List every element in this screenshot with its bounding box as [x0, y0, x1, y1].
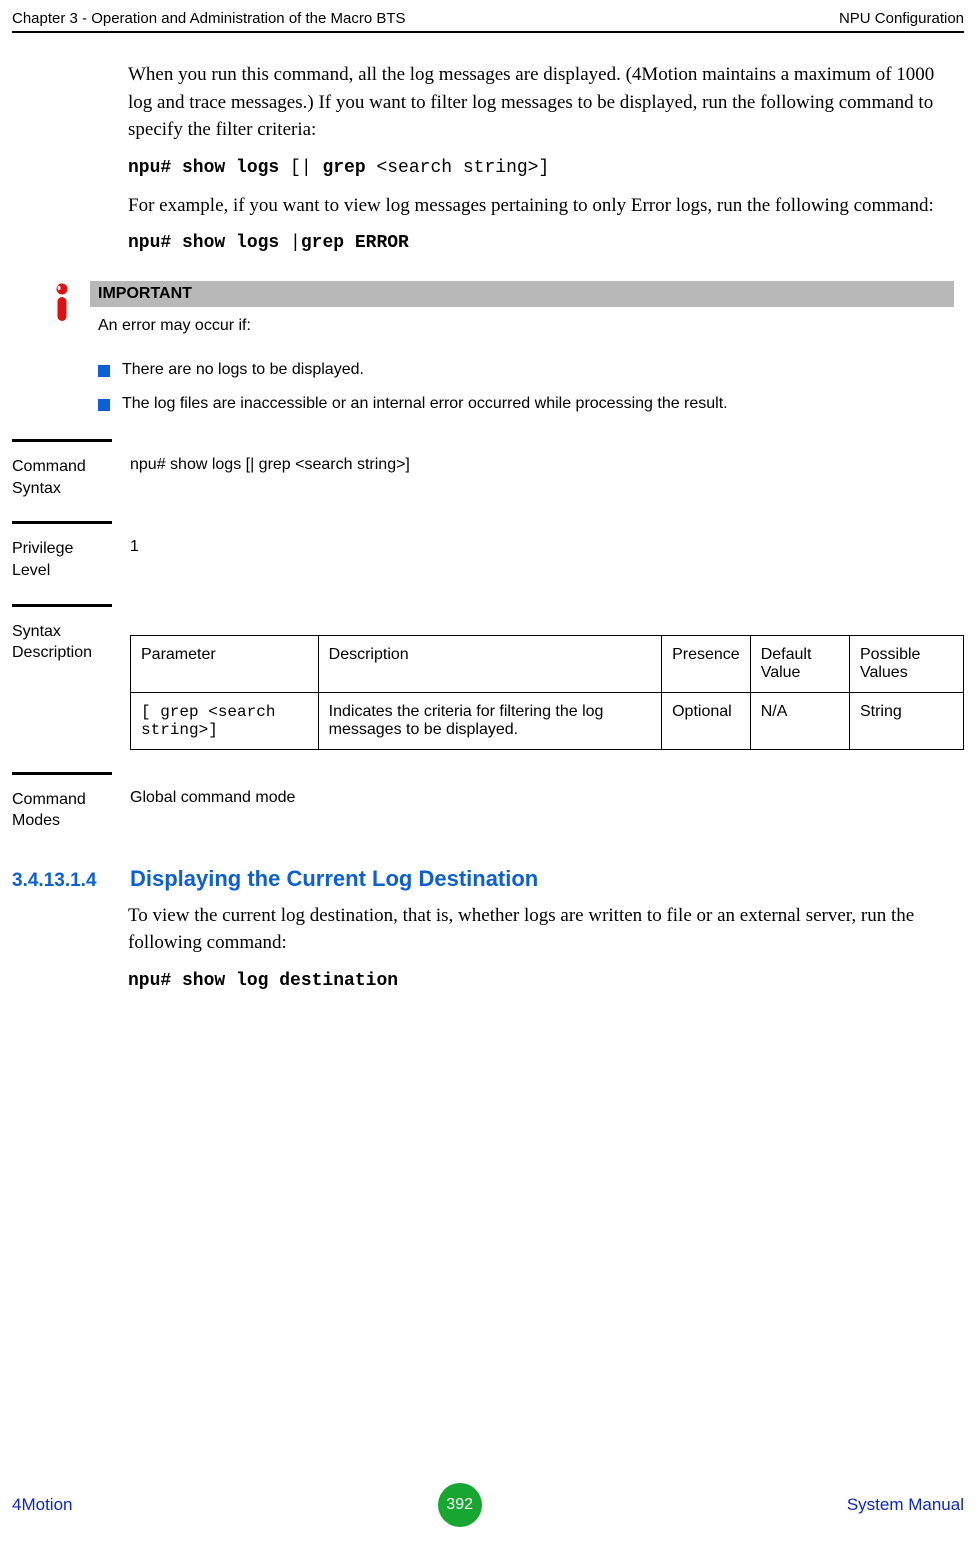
- page-header: Chapter 3 - Operation and Administration…: [0, 0, 976, 31]
- page-footer: 4Motion 392 System Manual: [0, 1483, 976, 1527]
- paragraph: When you run this command, all the log m…: [128, 61, 954, 144]
- bullet-item: There are no logs to be displayed.: [98, 361, 954, 379]
- bullet-item: The log files are inaccessible or an int…: [98, 395, 954, 413]
- cell-possible-values: String: [849, 692, 963, 749]
- paragraph: For example, if you want to view log mes…: [128, 192, 954, 220]
- col-presence: Presence: [662, 635, 751, 692]
- bullet-text: The log files are inaccessible or an int…: [122, 395, 728, 413]
- command-line: npu# show log destination: [128, 971, 954, 991]
- subsection-heading: 3.4.13.1.4 Displaying the Current Log De…: [12, 866, 964, 892]
- important-icon: [48, 281, 76, 429]
- cell-parameter: [ grep <search string>]: [131, 692, 319, 749]
- cmd-segment: npu# show logs: [128, 158, 290, 178]
- page-number-badge: 392: [438, 1483, 482, 1527]
- privilege-level-section: Privilege Level 1: [12, 524, 964, 581]
- header-right: NPU Configuration: [839, 10, 964, 27]
- bullet-icon: [98, 399, 110, 411]
- section-label: Command Syntax: [12, 456, 112, 499]
- cell-presence: Optional: [662, 692, 751, 749]
- cmd-segment: [|: [290, 158, 322, 178]
- section-label: Privilege Level: [12, 538, 112, 581]
- header-left: Chapter 3 - Operation and Administration…: [12, 10, 406, 27]
- bullet-text: There are no logs to be displayed.: [122, 361, 364, 379]
- important-callout: IMPORTANT An error may occur if: There a…: [48, 281, 954, 429]
- paragraph: To view the current log destination, tha…: [128, 902, 954, 957]
- footer-left: 4Motion: [12, 1495, 72, 1515]
- cell-description: Indicates the criteria for filtering the…: [318, 692, 661, 749]
- section-label: Syntax Description: [12, 621, 112, 750]
- cell-default-value: N/A: [750, 692, 849, 749]
- cmd-segment: |: [290, 233, 301, 253]
- bullet-icon: [98, 365, 110, 377]
- subsection-title: Displaying the Current Log Destination: [130, 866, 538, 892]
- cmd-segment: npu# show logs: [128, 233, 290, 253]
- table-header-row: Parameter Description Presence Default V…: [131, 635, 964, 692]
- header-rule: [12, 31, 964, 33]
- subsection-number: 3.4.13.1.4: [12, 870, 112, 892]
- syntax-description-section: Syntax Description Parameter Description…: [12, 607, 964, 750]
- section-label: Command Modes: [12, 789, 112, 832]
- command-modes-section: Command Modes Global command mode: [12, 775, 964, 832]
- col-parameter: Parameter: [131, 635, 319, 692]
- command-modes-value: Global command mode: [130, 789, 964, 832]
- privilege-level-value: 1: [130, 538, 964, 581]
- col-default-value: Default Value: [750, 635, 849, 692]
- footer-right: System Manual: [847, 1495, 964, 1515]
- document-page: { "header": { "left": "Chapter 3 - Opera…: [0, 0, 976, 1545]
- col-possible-values: Possible Values: [849, 635, 963, 692]
- col-description: Description: [318, 635, 661, 692]
- command-line: npu# show logs |grep ERROR: [128, 233, 954, 253]
- parameters-table: Parameter Description Presence Default V…: [130, 635, 964, 750]
- cmd-segment: <search string>]: [376, 158, 549, 178]
- important-intro: An error may occur if:: [90, 307, 954, 341]
- important-header: IMPORTANT: [90, 281, 954, 307]
- cmd-segment: grep: [322, 158, 376, 178]
- command-line: npu# show logs [| grep <search string>]: [128, 158, 954, 178]
- table-row: [ grep <search string>] Indicates the cr…: [131, 692, 964, 749]
- command-syntax-value: npu# show logs [| grep <search string>]: [130, 456, 964, 499]
- cmd-segment: grep ERROR: [301, 233, 409, 253]
- command-syntax-section: Command Syntax npu# show logs [| grep <s…: [12, 442, 964, 499]
- content-area: When you run this command, all the log m…: [0, 61, 976, 429]
